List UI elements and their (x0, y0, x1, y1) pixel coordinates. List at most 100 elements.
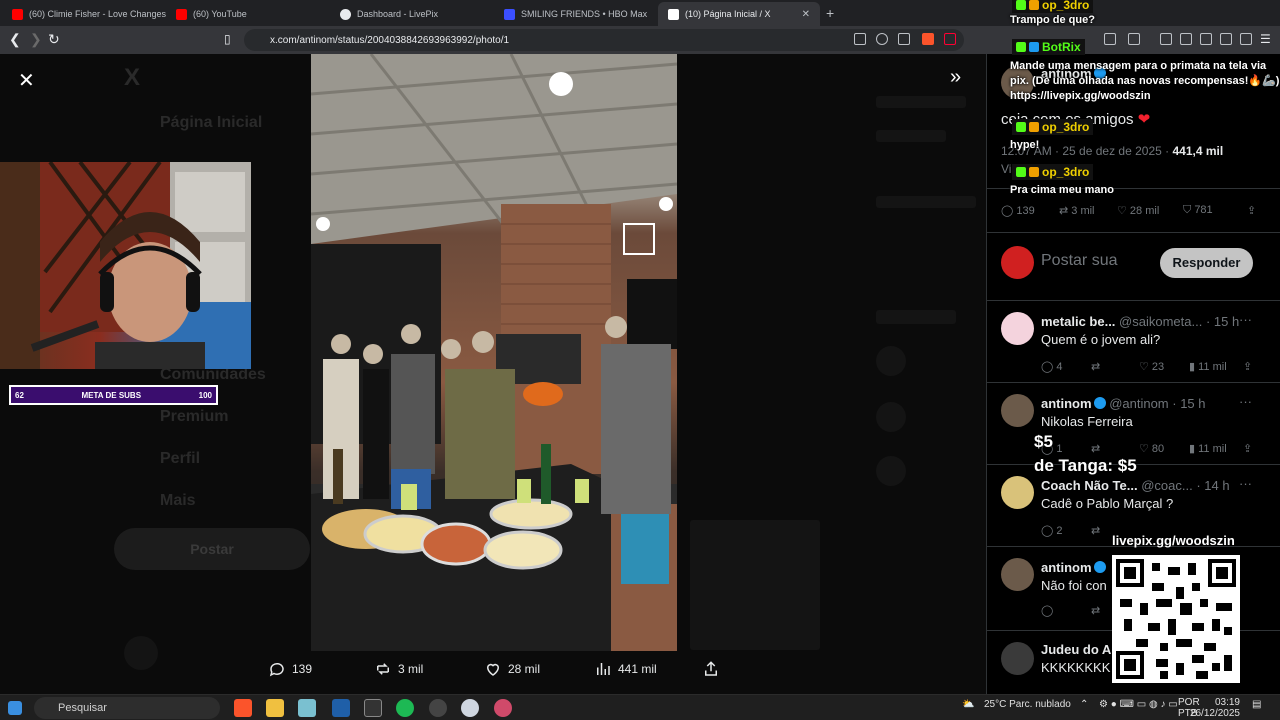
reload-icon[interactable]: ↻ (48, 31, 60, 48)
reply-input[interactable]: Postar sua (1041, 252, 1117, 270)
close-icon[interactable]: ✕ (18, 68, 35, 93)
app-icon[interactable] (494, 699, 512, 717)
nav-more[interactable]: Mais (160, 492, 196, 510)
user-avatar[interactable] (1001, 246, 1034, 279)
file-explorer-icon[interactable] (266, 699, 284, 717)
sidebar-icon[interactable] (1180, 33, 1192, 45)
leo-icon[interactable] (1220, 33, 1232, 45)
like-button[interactable]: ♡ 80 (1139, 442, 1164, 455)
share-icon[interactable] (898, 33, 910, 45)
account-avatar[interactable] (124, 636, 158, 670)
like-button[interactable]: 28 mil (484, 660, 540, 678)
tab-youtube-music[interactable]: (60) Climie Fisher - Love Changes Ev... (2, 2, 166, 26)
nav-profile[interactable]: Perfil (160, 450, 200, 468)
repost-button[interactable]: ⇄ 3 mil (1059, 204, 1095, 217)
views-button[interactable]: ▮ 11 mil (1189, 360, 1227, 373)
reply-author[interactable]: Coach Não Te... @coac... · 14 h (1041, 478, 1230, 493)
avatar[interactable] (1001, 394, 1034, 427)
repost-button[interactable]: ⇄ (1091, 360, 1100, 373)
reply-author[interactable]: antinom @antinom · 15 h (1041, 396, 1206, 411)
capcut-app-icon[interactable] (364, 699, 382, 717)
browser-toolbar: ❮ ❯ ↻ ▯ x.com/antinom/status/20040388426… (0, 26, 1280, 54)
views-button[interactable]: ▮ 11 mil (1189, 442, 1227, 455)
windows-taskbar: Pesquisar ⛅ 25°C Parc. nublado ⌃ ⚙ ● ⌨ ▭… (0, 694, 1280, 720)
share-button[interactable] (702, 660, 720, 678)
share-icon[interactable]: ⇪ (1243, 442, 1252, 455)
avatar[interactable] (1001, 558, 1034, 591)
post-button[interactable]: Postar (114, 528, 310, 570)
reply-author[interactable]: antinom (1041, 560, 1106, 575)
notepad-icon[interactable] (298, 699, 316, 717)
reply-button[interactable]: ◯ (1041, 604, 1053, 617)
cast-icon[interactable] (854, 33, 866, 45)
taskbar-search[interactable]: Pesquisar (34, 697, 220, 719)
repost-button[interactable]: ⇄ (1091, 442, 1100, 455)
tab-x-home[interactable]: (10) Página Inicial / X ✕ (658, 2, 820, 26)
extension-icon[interactable] (1128, 33, 1140, 45)
more-options-icon[interactable]: ··· (1239, 476, 1252, 491)
brave-app-icon[interactable] (234, 699, 252, 717)
comment-icon (269, 662, 284, 677)
extension-icon[interactable] (1104, 33, 1116, 45)
new-tab-button[interactable]: + (826, 5, 834, 21)
share-icon[interactable]: ⇪ (1243, 360, 1252, 373)
tab-youtube[interactable]: (60) YouTube (166, 2, 330, 26)
reply-button[interactable]: 139 (268, 660, 312, 678)
brave-shield-icon[interactable] (922, 33, 934, 45)
repost-button[interactable]: ⇄ (1091, 524, 1100, 537)
repost-button[interactable]: 3 mil (374, 660, 423, 678)
download-icon[interactable] (1160, 33, 1172, 45)
tray-chevron-icon[interactable]: ⌃ (1080, 699, 1088, 710)
reply-button[interactable]: ◯ 139 (1001, 204, 1035, 217)
vpn-icon[interactable] (1240, 33, 1252, 45)
like-button[interactable]: ♡ 28 mil (1117, 204, 1159, 217)
bookmark-button[interactable]: ⛉ 781 (1183, 204, 1213, 217)
menu-icon[interactable]: ☰ (1260, 32, 1271, 46)
avatar[interactable] (1001, 642, 1034, 675)
views-button[interactable]: 441 mil (594, 660, 657, 678)
tab-livepix[interactable]: Dashboard - LivePix (330, 2, 494, 26)
weather-text[interactable]: 25°C Parc. nublado (984, 699, 1071, 710)
tab-hbo-max[interactable]: SMILING FRIENDS • HBO Max (494, 2, 658, 26)
back-icon[interactable]: ❮ (9, 31, 21, 48)
clock[interactable]: 03:19 26/12/2025 (1190, 697, 1240, 719)
avatar[interactable] (1001, 476, 1034, 509)
x-logo-icon[interactable]: X (124, 64, 140, 92)
search-placeholder: Pesquisar (58, 702, 107, 714)
like-button[interactable]: ♡ 23 (1139, 360, 1164, 373)
close-tab-icon[interactable]: ✕ (802, 9, 810, 20)
reply-submit-button[interactable]: Responder (1160, 248, 1253, 278)
expand-icon[interactable]: » (950, 66, 961, 89)
zoom-icon[interactable] (876, 33, 888, 45)
bookmark-icon[interactable]: ▯ (224, 32, 231, 46)
more-options-icon[interactable]: ··· (1239, 312, 1252, 327)
crown-badge-icon (1029, 0, 1039, 10)
reply-button[interactable]: ◯ 2 (1041, 524, 1063, 537)
hbo-icon (504, 8, 515, 20)
windows-start-icon[interactable] (8, 701, 22, 715)
notifications-icon[interactable]: ▤ (1252, 699, 1261, 710)
wallet-icon[interactable] (1200, 33, 1212, 45)
rewards-icon[interactable] (944, 33, 956, 45)
repost-button[interactable]: ⇄ (1091, 604, 1100, 617)
reply-author[interactable]: metalic be... @saikometa... · 15 h (1041, 314, 1239, 329)
suggested-avatar (876, 402, 906, 432)
vegas-app-icon[interactable] (332, 699, 350, 717)
share-icon[interactable]: ⇪ (1247, 204, 1256, 217)
suggested-avatar (876, 456, 906, 486)
tray-icons[interactable]: ⚙ ● ⌨ ▭ ◍ ♪ ▭ (1099, 699, 1178, 710)
reply-button[interactable]: ◯ 4 (1041, 360, 1063, 373)
obs-app-icon[interactable] (429, 699, 447, 717)
youtube-icon (176, 8, 187, 20)
spotify-app-icon[interactable] (396, 699, 414, 717)
reply-author[interactable]: Judeu do A (1041, 642, 1111, 657)
nav-premium[interactable]: Premium (160, 408, 228, 426)
forward-icon[interactable]: ❯ (30, 31, 42, 48)
app-icon[interactable] (461, 699, 479, 717)
weather-icon[interactable]: ⛅ (962, 699, 974, 710)
avatar[interactable] (1001, 312, 1034, 345)
more-options-icon[interactable]: ··· (1239, 394, 1252, 409)
nav-home[interactable]: Página Inicial (160, 114, 262, 132)
kick-badge-icon (1016, 167, 1026, 177)
tweet-photo[interactable] (311, 54, 677, 651)
